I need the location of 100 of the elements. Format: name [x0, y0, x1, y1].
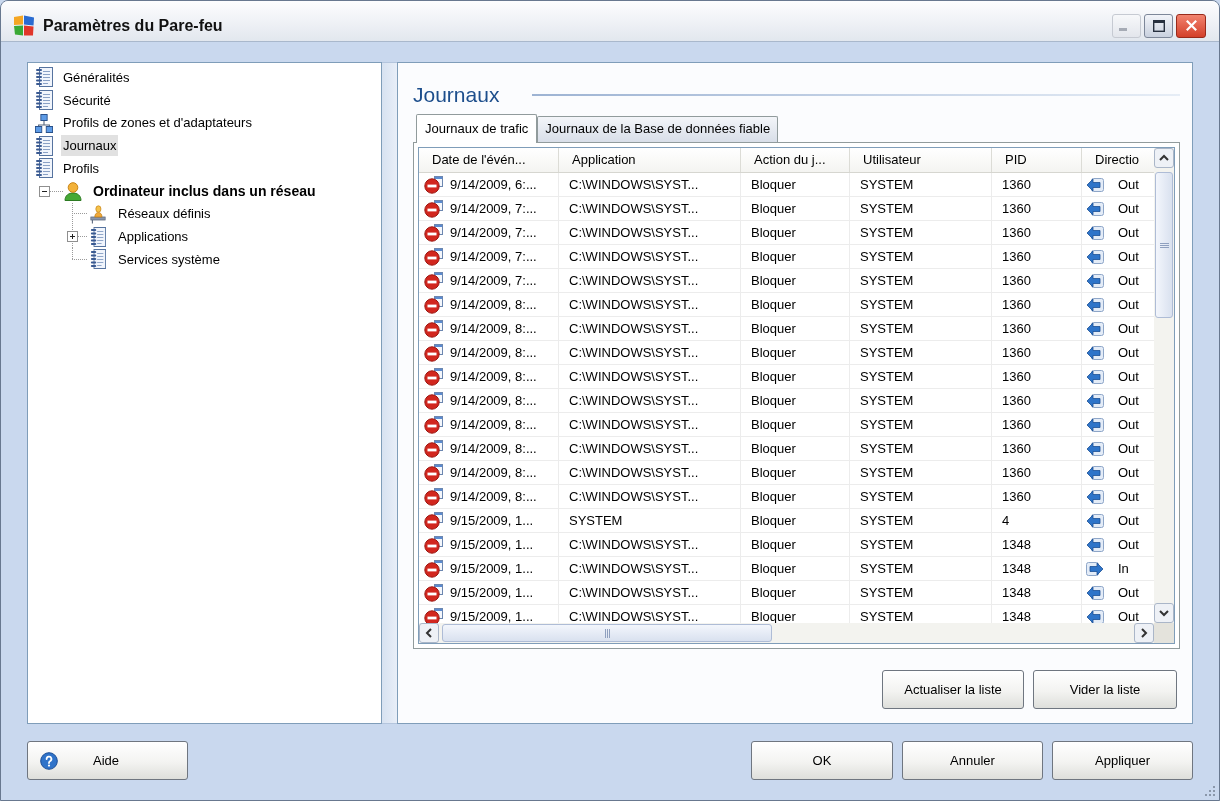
tree-item[interactable]: Profils de zones et d'adaptateurs: [61, 112, 254, 134]
direction-text: Out: [1118, 296, 1139, 314]
no-entry-icon: [424, 415, 444, 434]
column-header[interactable]: Directio: [1082, 148, 1154, 172]
table-cell: Bloquer: [741, 533, 850, 556]
arrow-left-icon: [1086, 535, 1104, 554]
column-header[interactable]: Application: [559, 148, 741, 172]
notebook-icon: [35, 67, 53, 88]
table-cell: Bloquer: [741, 557, 850, 580]
grip-icon: [604, 628, 610, 638]
arrow-left-icon: [1086, 175, 1104, 194]
table-cell: 1360: [992, 221, 1082, 244]
table-cell: SYSTEM: [850, 509, 992, 532]
help-button[interactable]: Aide: [27, 741, 188, 780]
column-header[interactable]: PID: [992, 148, 1082, 172]
tree-item[interactable]: Ordinateur inclus dans un réseau: [91, 180, 318, 202]
scrollbar-thumb[interactable]: [442, 624, 772, 642]
direction-text: Out: [1118, 512, 1139, 530]
table-cell: SYSTEM: [850, 245, 992, 268]
direction-text: Out: [1118, 344, 1139, 362]
scroll-up-icon[interactable]: [1154, 148, 1174, 168]
table-cell: Bloquer: [741, 173, 850, 196]
minimize-icon: [1118, 27, 1127, 31]
horizontal-scrollbar[interactable]: [419, 623, 1154, 643]
no-entry-icon: [424, 175, 444, 194]
event-date: 9/14/2009, 8:...: [450, 488, 537, 506]
direction-text: Out: [1118, 416, 1139, 434]
ok-button[interactable]: OK: [751, 741, 893, 780]
tree-item[interactable]: Réseaux définis: [116, 203, 213, 225]
apply-button[interactable]: Appliquer: [1052, 741, 1193, 780]
table-cell: Bloquer: [741, 341, 850, 364]
tree-item[interactable]: Applications: [116, 226, 191, 248]
table-cell: SYSTEM: [850, 341, 992, 364]
maximize-button[interactable]: [1144, 13, 1173, 38]
no-entry-icon: [424, 391, 444, 410]
table-cell: 1348: [992, 581, 1082, 604]
table-cell: SYSTEM: [850, 293, 992, 316]
arrow-left-icon: [1086, 319, 1104, 338]
table-cell: C:\WINDOWS\SYST...: [559, 581, 741, 604]
no-entry-icon: [424, 199, 444, 218]
event-date: 9/15/2009, 1...: [450, 560, 534, 578]
tree-item[interactable]: Généralités: [61, 66, 132, 88]
table-cell: 1360: [992, 485, 1082, 508]
table-cell: 1348: [992, 557, 1082, 580]
notebook-icon: [35, 135, 53, 156]
resize-grip-icon[interactable]: [1204, 785, 1216, 797]
event-date: 9/14/2009, 8:...: [450, 320, 537, 338]
refresh-list-button[interactable]: Actualiser la liste: [882, 670, 1024, 709]
event-date: 9/14/2009, 7:...: [450, 248, 537, 266]
table-cell: Bloquer: [741, 413, 850, 436]
minus-icon[interactable]: [39, 185, 50, 197]
plus-icon[interactable]: [67, 231, 78, 243]
clear-list-button[interactable]: Vider la liste: [1033, 670, 1177, 709]
tree-item[interactable]: Sécurité: [61, 89, 113, 111]
table-cell: Bloquer: [741, 317, 850, 340]
table-cell: 1360: [992, 197, 1082, 220]
direction-text: Out: [1118, 488, 1139, 506]
vertical-scrollbar[interactable]: [1154, 148, 1174, 623]
cancel-button[interactable]: Annuler: [902, 741, 1043, 780]
no-entry-icon: [424, 535, 444, 554]
table-cell: 1360: [992, 413, 1082, 436]
notebook-icon: [90, 249, 106, 270]
scrollbar-thumb[interactable]: [1155, 172, 1173, 318]
tree-item[interactable]: Services système: [116, 248, 222, 270]
scroll-right-icon[interactable]: [1134, 623, 1154, 643]
direction-text: Out: [1118, 200, 1139, 218]
notebook-icon: [35, 90, 53, 111]
close-button[interactable]: [1176, 13, 1206, 38]
direction-text: Out: [1118, 440, 1139, 458]
tree-item[interactable]: Profils: [61, 157, 102, 179]
column-header[interactable]: Utilisateur: [850, 148, 992, 172]
no-entry-icon: [424, 439, 444, 458]
arrow-left-icon: [1086, 583, 1104, 602]
direction-text: Out: [1118, 224, 1139, 242]
scroll-down-icon[interactable]: [1154, 603, 1174, 623]
table-cell: C:\WINDOWS\SYST...: [559, 413, 741, 436]
direction-text: Out: [1118, 248, 1139, 266]
arrow-left-icon: [1086, 199, 1104, 218]
arrow-left-icon: [1086, 271, 1104, 290]
event-date: 9/15/2009, 1...: [450, 512, 534, 530]
tree-item[interactable]: Journaux: [61, 135, 119, 157]
table-cell: C:\WINDOWS\SYST...: [559, 485, 741, 508]
no-entry-icon: [424, 511, 444, 530]
arrow-left-icon: [1086, 223, 1104, 242]
table-cell: SYSTEM: [850, 461, 992, 484]
table-cell: SYSTEM: [850, 437, 992, 460]
arrow-left-icon: [1086, 367, 1104, 386]
direction-text: Out: [1118, 320, 1139, 338]
table-cell: C:\WINDOWS\SYST...: [559, 437, 741, 460]
column-header[interactable]: Action du j...: [741, 148, 850, 172]
event-date: 9/15/2009, 1...: [450, 608, 534, 623]
arrow-left-icon: [1086, 295, 1104, 314]
table-cell: 1360: [992, 341, 1082, 364]
column-header[interactable]: Date de l'évén...: [419, 148, 559, 172]
table-cell: Bloquer: [741, 437, 850, 460]
tab[interactable]: Journaux de la Base de données fiable: [537, 116, 779, 142]
table-cell: Bloquer: [741, 293, 850, 316]
scroll-left-icon[interactable]: [419, 623, 439, 643]
event-date: 9/14/2009, 6:...: [450, 176, 537, 194]
tab[interactable]: Journaux de trafic: [416, 114, 538, 143]
